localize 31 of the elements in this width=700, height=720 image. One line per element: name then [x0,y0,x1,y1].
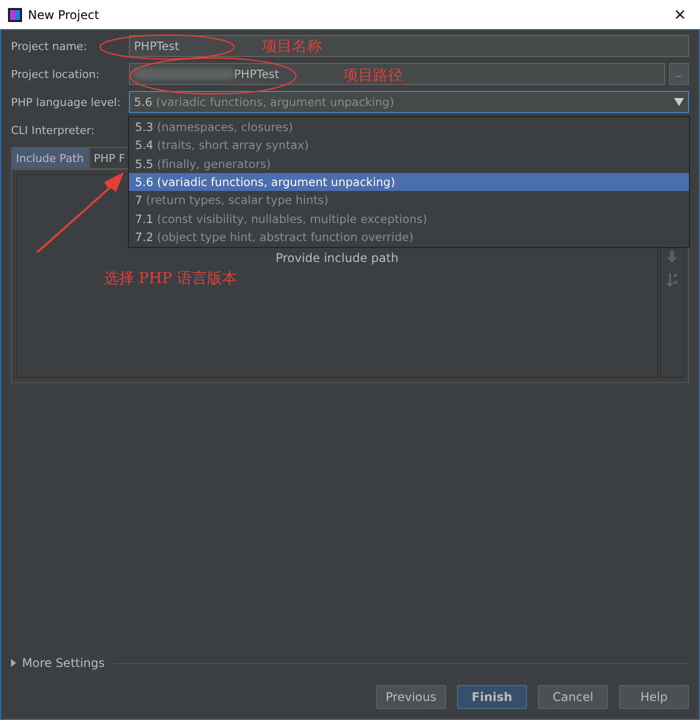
close-button[interactable]: ✕ [660,0,700,29]
field-label: CLI Interpreter: [11,124,96,136]
annotation-text: 项目名称 [262,38,322,55]
window-title: New Project [28,8,100,22]
more-settings-toggle[interactable]: More Settings [11,656,105,670]
field-label: PHP language level: [11,96,122,108]
dropdown-option[interactable]: 5.3 (namespaces, closures) [129,118,689,136]
finish-button[interactable]: Finish [457,685,527,709]
field-label: Project location: [11,68,100,80]
empty-text: Provide include path [276,251,398,266]
dialog-button[interactable]: Cancel [538,685,608,709]
annotation-text: 项目路径 [343,67,403,84]
dropdown-option[interactable]: 7.2 (object type hint, abstract function override) [129,228,689,246]
tab[interactable]: Include Path [11,147,89,169]
dropdown-option[interactable]: 5.4 (traits, short array syntax) [129,136,689,155]
dropdown-option[interactable]: 5.6 (variadic functions, argument unpacking) [129,172,689,192]
tab[interactable]: PHP F [88,147,130,169]
app-icon [8,8,22,22]
dialog-button[interactable]: Help [619,685,689,709]
field-label: Project name: [11,40,88,52]
down-arrow-icon[interactable] [667,251,677,263]
browse-button[interactable]: ... [669,63,689,85]
dropdown-option[interactable]: 7.1 (const visibility, nullables, multiple exceptions) [129,209,689,228]
field-value: PHPTest [234,67,280,81]
dialog-button[interactable]: Previous [376,685,446,709]
dropdown-option[interactable]: 7 (return types, scalar type hints) [129,191,689,210]
annotation-text: 选择 PHP 语言版本 [104,270,237,287]
dropdown-field[interactable]: 5.6 (variadic functions, argument unpacking) [129,91,689,113]
dropdown-option[interactable]: 5.5 (finally, generators) [129,154,689,173]
dropdown-arrow-icon[interactable] [674,98,684,106]
sort-icon[interactable] [666,273,678,287]
